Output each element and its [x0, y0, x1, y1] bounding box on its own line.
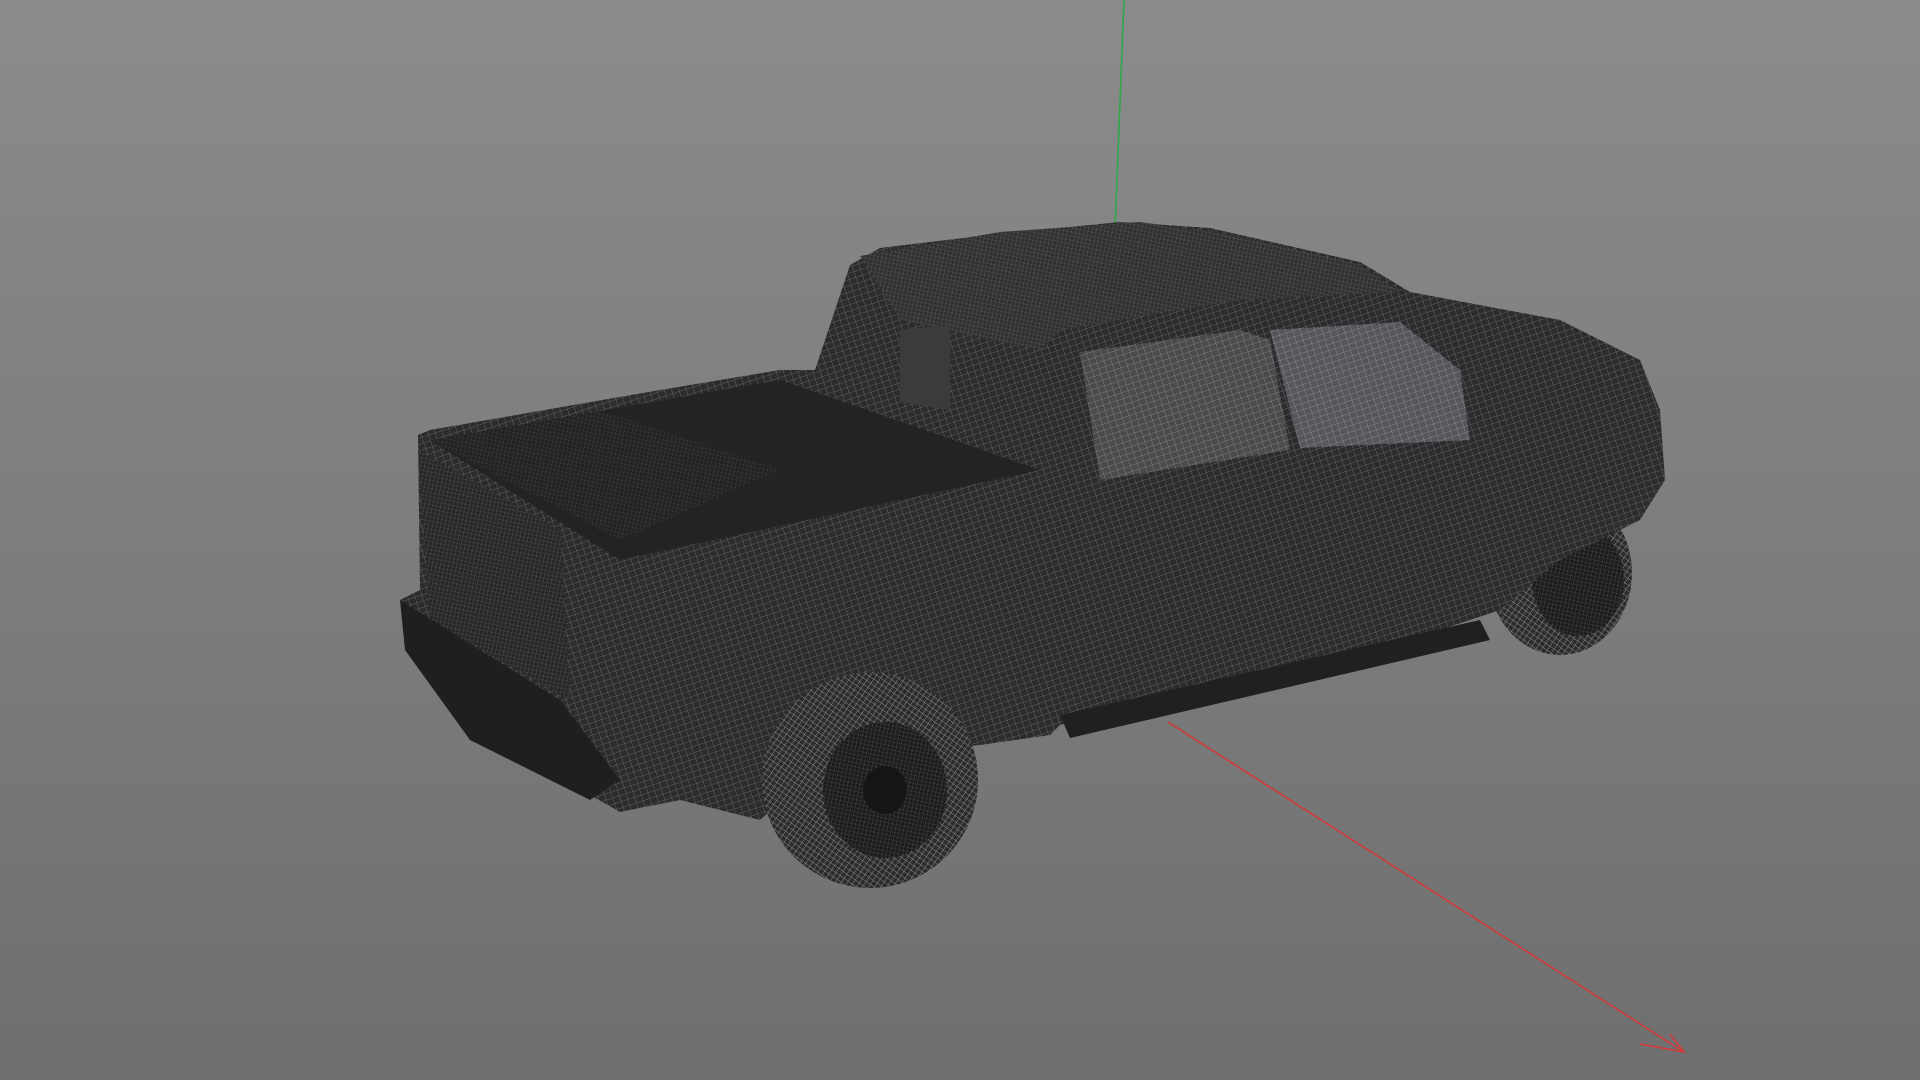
viewport-scene[interactable] [0, 0, 1920, 1080]
rear-left-wheel [762, 672, 978, 888]
rear-window [900, 325, 950, 410]
3d-viewport[interactable] [0, 0, 1920, 1080]
